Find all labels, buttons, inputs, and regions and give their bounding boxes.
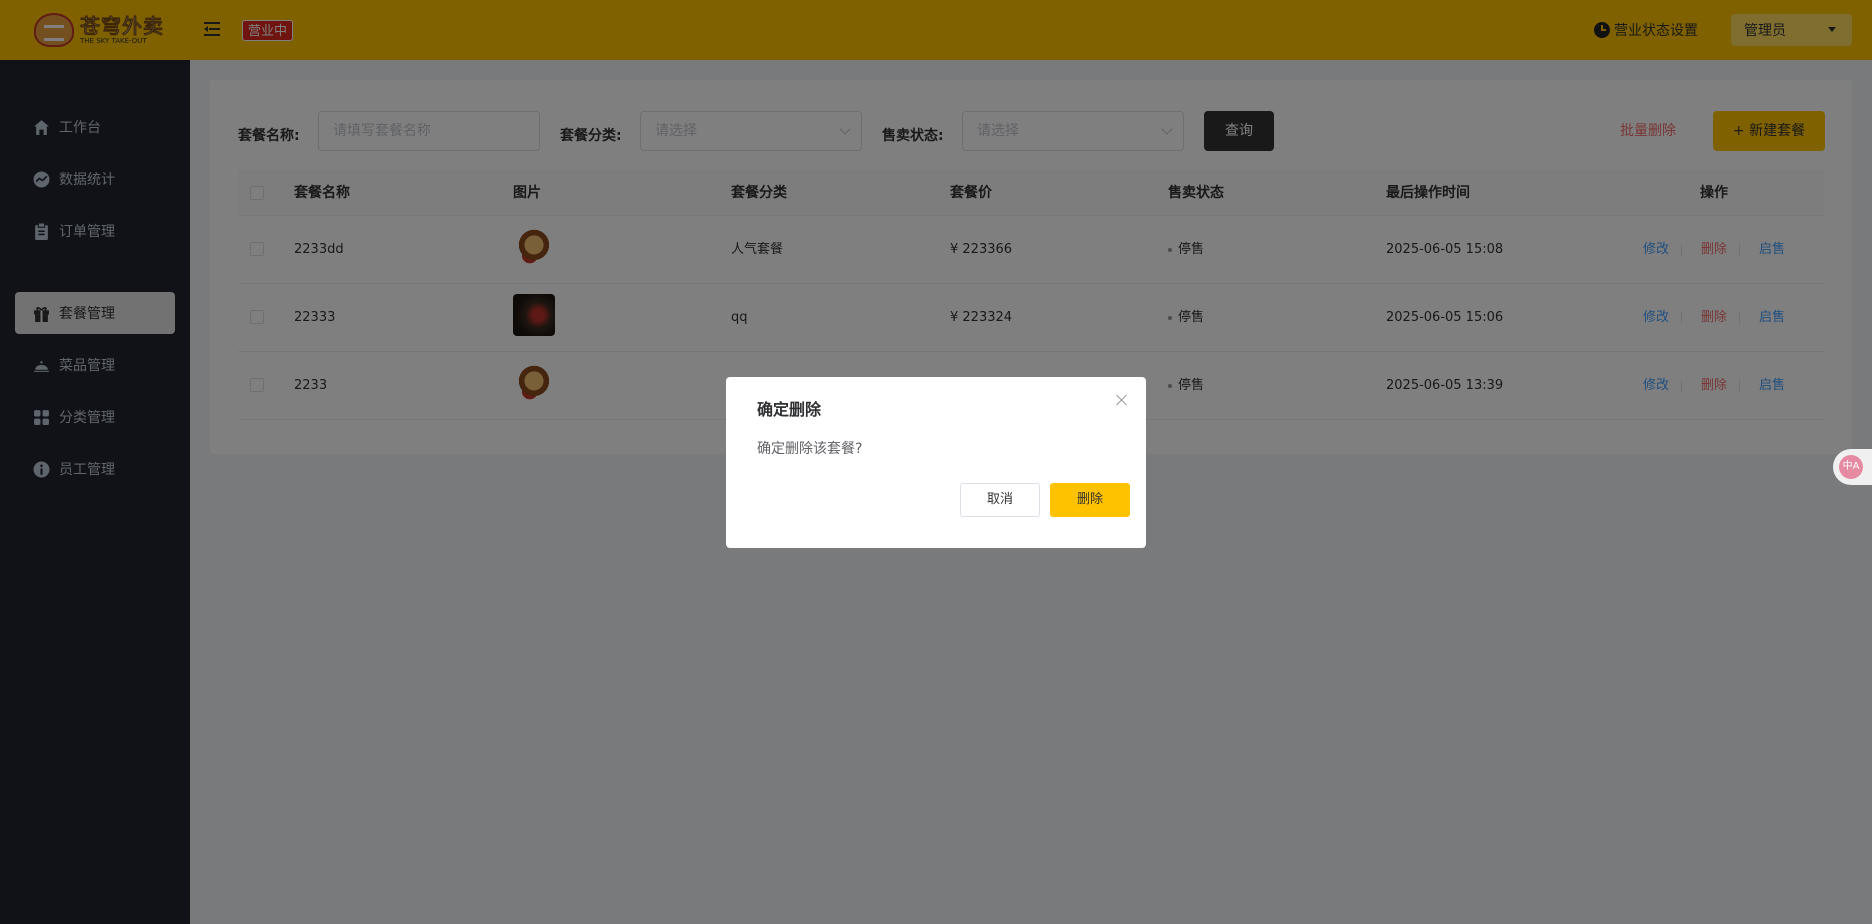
confirm-delete-dialog: 确定删除 确定删除该套餐? 取消 删除 (726, 377, 1146, 548)
cancel-button[interactable]: 取消 (960, 483, 1040, 517)
close-icon[interactable] (1116, 394, 1128, 406)
translate-icon: 中A (1839, 455, 1863, 479)
confirm-delete-button[interactable]: 删除 (1050, 483, 1130, 517)
translate-widget[interactable]: 中A (1833, 449, 1872, 485)
dialog-title: 确定删除 (757, 400, 822, 419)
dialog-message: 确定删除该套餐? (757, 441, 863, 457)
